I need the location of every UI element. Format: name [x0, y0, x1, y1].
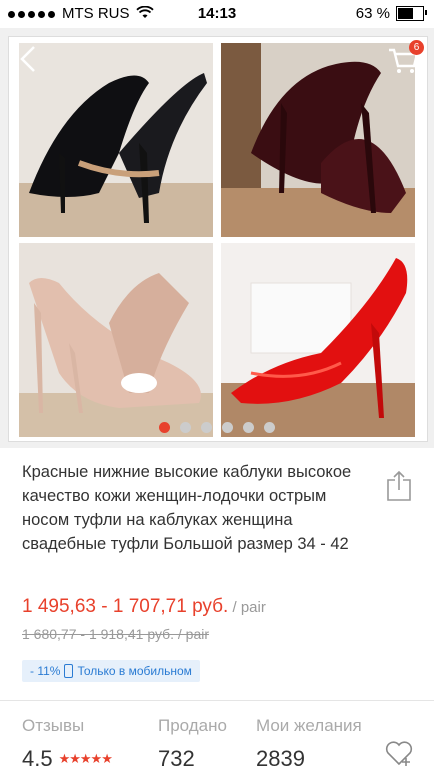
promo-text: Только в мобильном [77, 664, 192, 678]
product-title: Красные нижние высокие каблуки высокое к… [22, 463, 352, 553]
gallery-frame[interactable] [8, 36, 428, 442]
price-value: 1 495,63 - 1 707,71 руб. [22, 596, 229, 617]
sold-value: 732 [158, 746, 195, 771]
nude-patent-pump-icon[interactable] [19, 243, 213, 437]
battery-icon [396, 6, 427, 21]
add-to-wishlist-heart-icon[interactable] [384, 738, 414, 768]
wishlist-value: 2839 [256, 746, 305, 771]
status-bar: MTS RUS 14:13 63 % [0, 0, 434, 28]
battery-percent: 63 % [355, 5, 390, 22]
pager-dot[interactable] [243, 422, 254, 433]
back-arrow-icon[interactable] [14, 44, 44, 74]
pager-dot[interactable] [222, 422, 233, 433]
pager-dot[interactable] [201, 422, 212, 433]
black-patent-pump-icon[interactable] [19, 43, 213, 237]
reviews-label: Отзывы [22, 716, 85, 735]
wishlist-stat: Мои желания 2839 [256, 716, 362, 772]
sold-label: Продано [158, 716, 227, 735]
cart-count-badge: 6 [409, 40, 424, 55]
share-icon[interactable] [386, 470, 412, 502]
pager-dot[interactable] [264, 422, 275, 433]
pager-dot[interactable] [180, 422, 191, 433]
red-patent-pump-icon[interactable] [221, 243, 415, 437]
mobile-phone-icon [64, 664, 74, 678]
wishlist-label: Мои желания [256, 716, 362, 735]
pager-dot[interactable] [159, 422, 170, 433]
reviews-stat[interactable]: Отзывы 4.5 ★★★★★ [22, 716, 113, 772]
status-right: 63 % [355, 5, 427, 22]
sold-stat: Продано 732 [158, 716, 227, 772]
price-unit: / pair [228, 599, 266, 616]
rating-stars-icon: ★★★★★ [58, 751, 113, 766]
divider [0, 700, 434, 701]
rating-value: 4.5 [22, 746, 53, 771]
old-price: 1 680,77 - 1 918,41 руб. / pair [22, 626, 210, 642]
discount-percent: - 11% [30, 664, 61, 678]
price-range: 1 495,63 - 1 707,71 руб. / pair [22, 596, 266, 618]
mobile-discount-badge: - 11% Только в мобильном [22, 660, 200, 682]
product-gallery[interactable]: 6 [0, 28, 434, 448]
gallery-pager[interactable] [0, 422, 434, 433]
